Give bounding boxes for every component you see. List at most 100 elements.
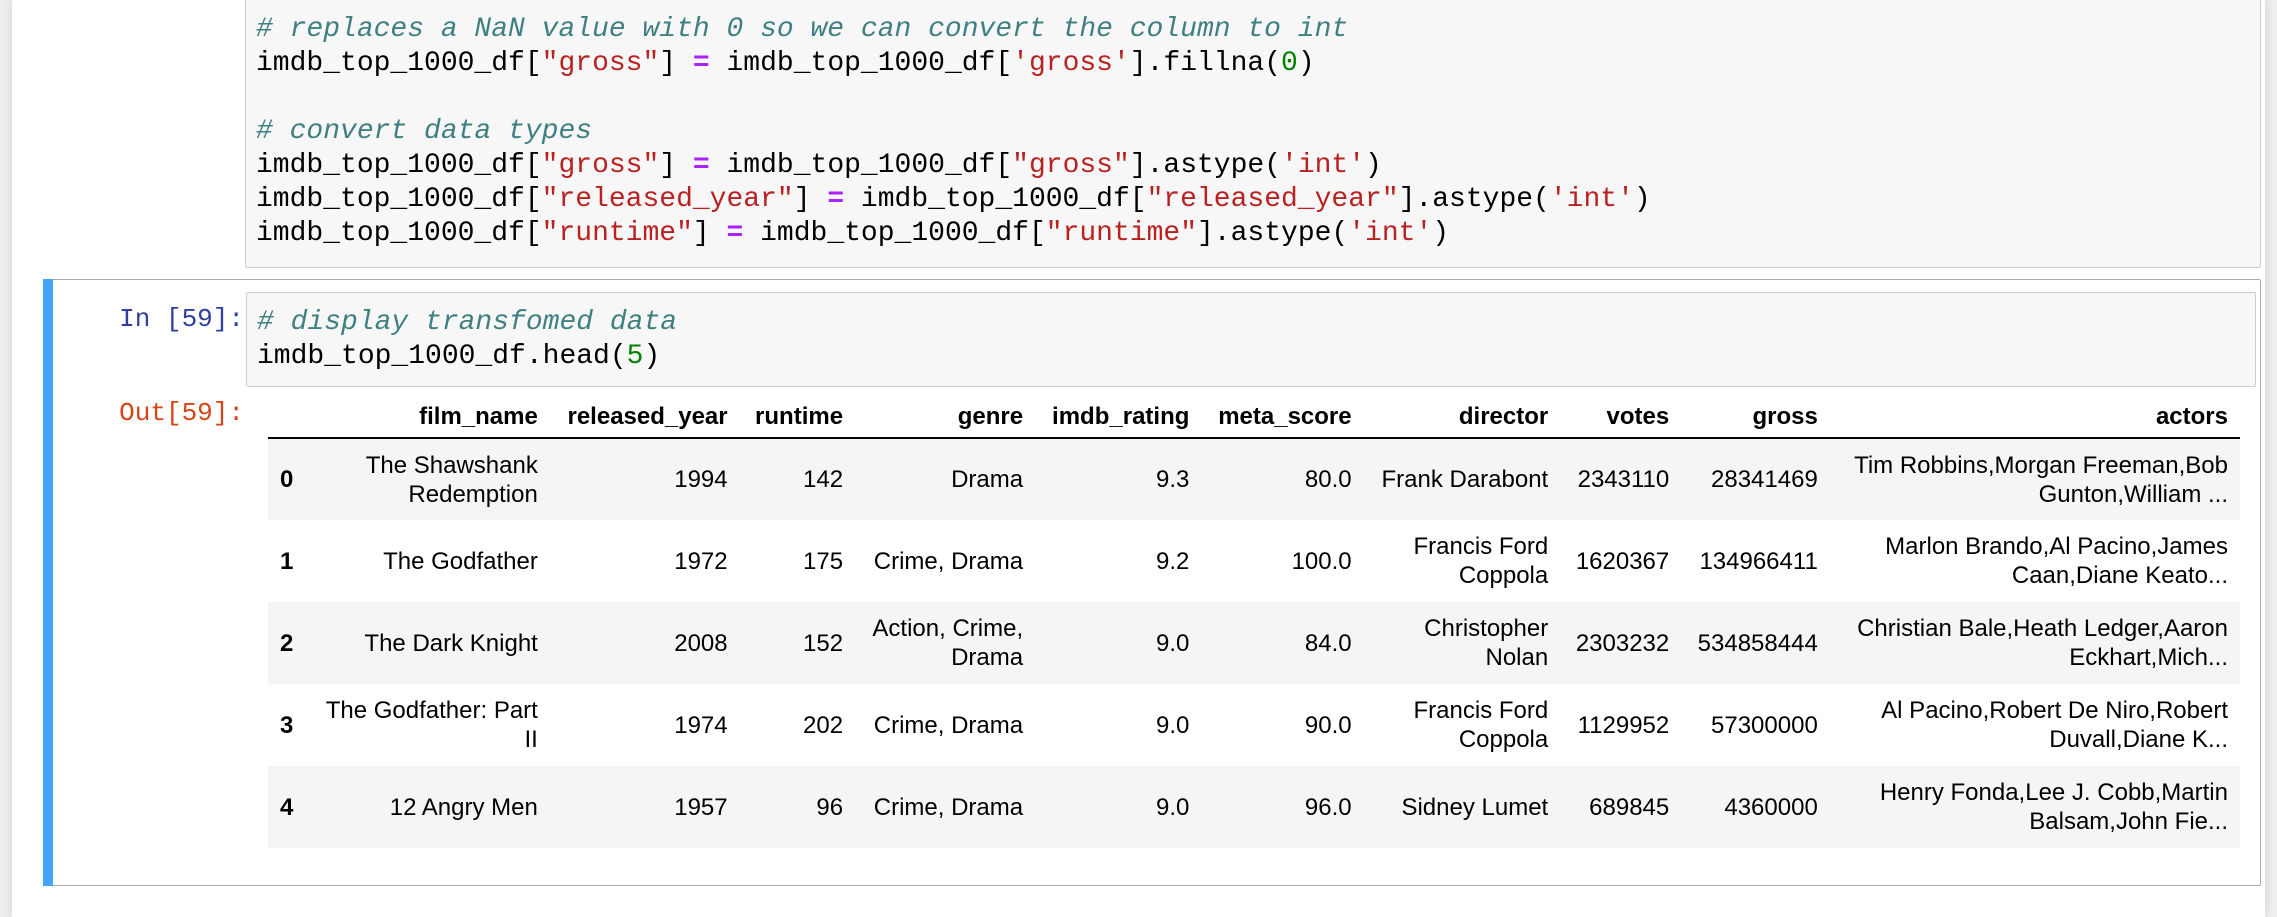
row-index: 0	[280, 466, 294, 493]
table-cell: Christian Bale,Heath Ledger,Aaron Eckhart…	[1857, 615, 2228, 671]
table-cell: 202	[803, 711, 844, 739]
code-comment: # display transfomed data	[257, 307, 678, 338]
table-cell: 1974	[674, 711, 728, 739]
table-cell: 12 Angry Men	[389, 793, 538, 821]
column-header	[268, 396, 307, 439]
table-cell: 90.0	[1304, 711, 1352, 739]
table-cell: 134966411	[1699, 547, 1818, 575]
code-token: )	[1432, 218, 1450, 249]
table-cell: Sidney Lumet	[1401, 793, 1549, 821]
code-token: =	[726, 218, 744, 249]
table-cell: Drama	[951, 466, 1024, 493]
code-token: imdb_top_1000_df[	[256, 184, 542, 215]
table-cell: Action, Crime, Drama	[872, 615, 1024, 671]
code-token: ]	[692, 218, 727, 249]
table-cell: Francis Ford Coppola	[1413, 533, 1549, 589]
code-token: "gross"	[541, 48, 660, 79]
table-body: 0 The Shawshank Redemption 1994 142 Drama 9.3 8…	[268, 438, 2240, 848]
code-token: )	[1297, 48, 1315, 79]
previous-cell-input-area[interactable]: # replaces a NaN value with 0 so we can …	[245, 0, 2261, 268]
code-token: 'int'	[1281, 150, 1366, 181]
code-token: ].astype(	[1197, 218, 1349, 249]
table-cell: 152	[803, 629, 844, 657]
table-cell: 96.0	[1304, 793, 1352, 821]
table-header-row: film_name released_year runtime genre imdb_r…	[268, 396, 2240, 439]
previous-code-cell[interactable]: # replaces a NaN value with 0 so we can …	[12, 0, 2265, 272]
table-cell: 28341469	[1711, 466, 1818, 493]
code-line: # display transfomed data	[257, 306, 677, 340]
table-cell: Henry Fonda,Lee J. Cobb,Martin Balsam,Joh…	[1879, 779, 2228, 835]
column-header: released_year	[549, 396, 740, 439]
code-token: ]	[659, 150, 693, 181]
input-prompt: In [59]:	[119, 304, 244, 334]
code-token: )	[1365, 150, 1382, 181]
dataframe-table: film_name released_year runtime genre imdb_r…	[268, 396, 2240, 848]
row-index: 1	[280, 547, 294, 575]
table-cell: 57300000	[1711, 711, 1818, 739]
table-cell: 175	[803, 547, 844, 575]
table-cell: The Godfather	[383, 547, 538, 575]
table-cell: 2303232	[1575, 629, 1670, 657]
code-token: 'gross'	[1012, 48, 1130, 79]
code-token: =	[827, 184, 845, 215]
code-line: imdb_top_1000_df["gross"] = imdb_top_100…	[256, 149, 1651, 183]
column-header: actors	[1829, 396, 2240, 439]
code-line: # replaces a NaN value with 0 so we can …	[256, 13, 1651, 47]
table-cell: Crime, Drama	[873, 547, 1024, 575]
table-cell: The Godfather: Part II	[325, 697, 538, 753]
table-row: 1 The Godfather 1972 175 Crime, Drama 9.2 100.…	[268, 520, 2240, 602]
table-cell: 2343110	[1577, 466, 1670, 493]
code-token: imdb_top_1000_df[	[709, 150, 1013, 181]
code-token: "released_year"	[541, 184, 794, 215]
output-prompt: Out[59]:	[119, 398, 244, 428]
column-header: runtime	[739, 396, 856, 439]
table-cell: The Dark Knight	[364, 629, 538, 657]
table-cell: Marlon Brando,Al Pacino,James Caan,Diane …	[1885, 533, 2228, 589]
table-cell: 1957	[674, 793, 728, 821]
code-token: ].fillna(	[1129, 48, 1282, 79]
table-cell: 9.0	[1156, 629, 1190, 657]
code-line: imdb_top_1000_df["released_year"] = imdb…	[256, 183, 1651, 217]
table-cell: 9.0	[1156, 793, 1190, 821]
table-row: 3 The Godfather: Part II 1974 202 Crime, Dram…	[268, 684, 2240, 766]
current-cell-input-area[interactable]: # display transfomed data imdb_top_1000_d…	[246, 292, 2256, 387]
table-row: 4 12 Angry Men 1957 96 Crime, Drama 9.0 96.0 Si…	[268, 766, 2240, 848]
table-row: 0 The Shawshank Redemption 1994 142 Drama 9.3 8…	[268, 438, 2240, 520]
code-token: imdb_top_1000_df[	[256, 218, 542, 249]
table-cell: 1129952	[1577, 711, 1670, 739]
selected-code-cell[interactable]: In [59]: # display transfomed data imdb_t…	[43, 279, 2261, 886]
selected-cell-indicator	[43, 279, 53, 886]
code-token: )	[643, 341, 661, 372]
code-token: 0	[1281, 48, 1298, 79]
code-token: 'int'	[1549, 184, 1634, 215]
table-cell: Crime, Drama	[873, 793, 1024, 821]
table-cell: 9.0	[1156, 711, 1190, 739]
column-header: genre	[855, 396, 1036, 439]
table-cell: 80.0	[1304, 466, 1352, 493]
table-cell: 689845	[1589, 793, 1670, 821]
table-cell: 96	[816, 793, 844, 821]
table-cell: 9.2	[1156, 547, 1190, 575]
column-header: imdb_rating	[1035, 396, 1202, 439]
code-token: imdb_top_1000_df[	[709, 48, 1013, 79]
code-line: # convert data types	[256, 115, 1651, 149]
table-cell: Tim Robbins,Morgan Freeman,Bob Gunton,Wil…	[1854, 451, 2228, 508]
table-cell: Al Pacino,Robert De Niro,Robert Duvall,Di…	[1881, 697, 2228, 753]
notebook-container: # replaces a NaN value with 0 so we can …	[12, 0, 2265, 917]
code-token: imdb_top_1000_df[	[844, 184, 1147, 215]
code-token: 'int'	[1348, 218, 1433, 249]
code-token: ].astype(	[1398, 184, 1550, 215]
row-index: 3	[280, 711, 294, 739]
current-cell-code[interactable]: # display transfomed data imdb_top_1000_d…	[257, 306, 677, 374]
code-token: "runtime"	[1045, 218, 1197, 249]
column-header: meta_score	[1201, 396, 1364, 439]
table-cell: Crime, Drama	[873, 711, 1024, 739]
table-cell: 1620367	[1575, 547, 1670, 575]
table-cell: 9.3	[1156, 466, 1190, 493]
code-token: "released_year"	[1146, 184, 1399, 215]
previous-cell-code[interactable]: # replaces a NaN value with 0 so we can …	[256, 13, 1651, 251]
table-cell: Christopher Nolan	[1424, 615, 1549, 671]
code-token: "gross"	[1012, 150, 1130, 181]
code-token: ]	[793, 184, 828, 215]
